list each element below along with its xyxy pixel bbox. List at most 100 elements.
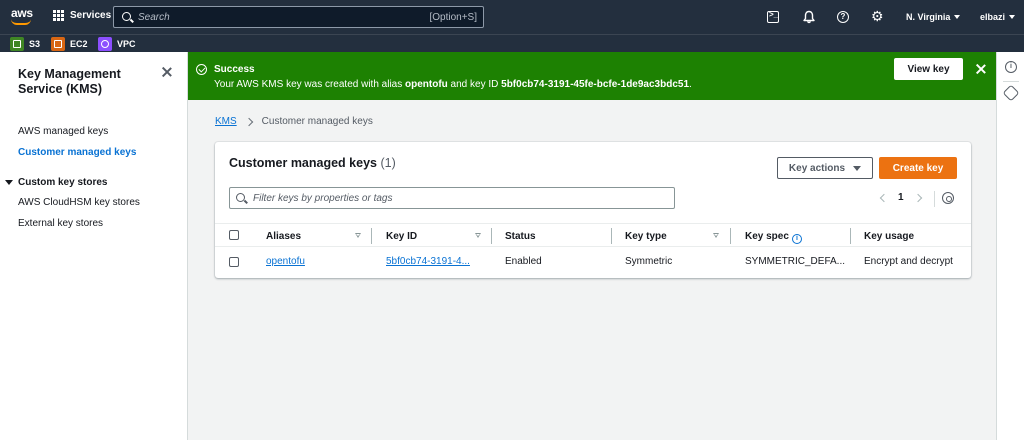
column-resizer[interactable] xyxy=(491,228,492,244)
bell-icon[interactable] xyxy=(802,10,816,24)
table-header: Aliases Key ID Status Key type Key spec i… xyxy=(215,223,971,247)
key-type: Symmetric xyxy=(625,256,673,267)
column-header-key-id[interactable]: Key ID xyxy=(386,231,417,242)
flash-message: Your AWS KMS key was created with alias … xyxy=(214,79,692,90)
success-flash: Success Your AWS KMS key was created wit… xyxy=(188,52,996,100)
ec2-icon xyxy=(51,36,65,51)
settings-icon[interactable] xyxy=(1002,84,1020,102)
sidebar-item-external-key-stores[interactable]: External key stores xyxy=(18,218,103,229)
sort-icon[interactable] xyxy=(713,233,719,238)
chevron-down-icon xyxy=(954,15,961,19)
account-label: elbazi xyxy=(980,12,1006,22)
table-row: opentofu 5bf0cb74-3191-4... Enabled Symm… xyxy=(215,247,971,277)
sort-icon[interactable] xyxy=(355,233,361,238)
aws-smile-icon xyxy=(11,19,31,25)
services-menu-button[interactable]: Services xyxy=(53,10,111,21)
help-icon[interactable]: ? xyxy=(837,11,849,23)
favorite-ec2[interactable]: EC2 xyxy=(51,35,88,52)
favorite-label: S3 xyxy=(29,38,41,49)
flash-key-id: 5bf0cb74-3191-45fe-bcfe-1de9ac3bdc51 xyxy=(501,79,690,90)
cloudshell-icon[interactable] xyxy=(767,10,779,23)
search-icon xyxy=(122,12,131,21)
chevron-right-icon xyxy=(244,117,253,126)
info-icon[interactable]: i xyxy=(1005,61,1017,73)
favorite-s3[interactable]: S3 xyxy=(10,35,40,52)
global-search-input[interactable]: Search [Option+S] xyxy=(113,6,484,28)
table-title-text: Customer managed keys xyxy=(229,156,377,170)
select-all-checkbox[interactable] xyxy=(229,230,239,240)
column-resizer[interactable] xyxy=(850,228,851,244)
key-actions-label: Key actions xyxy=(788,162,846,174)
search-icon xyxy=(236,193,245,202)
services-label: Services xyxy=(70,10,112,21)
flash-title: Success xyxy=(214,64,255,75)
sidebar-section-custom-key-stores[interactable]: Custom key stores xyxy=(5,177,107,188)
sidebar-item-cloudhsm-key-stores[interactable]: AWS CloudHSM key stores xyxy=(18,197,140,208)
table-title: Customer managed keys (1) xyxy=(229,156,396,170)
sidebar-item-customer-managed-keys[interactable]: Customer managed keys xyxy=(18,147,136,158)
chevron-left-icon[interactable] xyxy=(879,193,889,203)
chevron-right-icon[interactable] xyxy=(913,193,923,203)
filter-placeholder: Filter keys by properties or tags xyxy=(253,193,393,204)
favorite-label: EC2 xyxy=(70,38,88,49)
success-check-icon xyxy=(196,64,207,75)
grid-icon xyxy=(53,10,64,21)
close-icon[interactable] xyxy=(161,66,173,78)
side-navigation: Key Management Service (KMS) AWS managed… xyxy=(0,52,188,440)
favorite-vpc[interactable]: VPC xyxy=(98,35,136,52)
close-icon[interactable] xyxy=(975,63,987,75)
view-key-button[interactable]: View key xyxy=(894,58,963,80)
keys-table-container: Customer managed keys (1) Key actions Cr… xyxy=(215,142,971,278)
search-shortcut: [Option+S] xyxy=(429,12,477,23)
column-resizer[interactable] xyxy=(611,228,612,244)
pagination: 1 xyxy=(879,192,939,206)
tools-rail: i xyxy=(996,52,1024,440)
sidebar-section-label: Custom key stores xyxy=(18,177,108,188)
breadcrumb-current: Customer managed keys xyxy=(261,116,373,127)
flash-alias: opentofu xyxy=(405,79,448,90)
sidebar-item-aws-managed-keys[interactable]: AWS managed keys xyxy=(18,126,108,137)
row-checkbox[interactable] xyxy=(229,257,239,267)
column-header-status: Status xyxy=(505,231,536,242)
column-header-key-usage: Key usage xyxy=(864,231,915,242)
sort-icon[interactable] xyxy=(475,233,481,238)
aws-logo-text: aws xyxy=(11,6,33,20)
vpc-icon xyxy=(98,36,112,51)
caret-down-icon xyxy=(853,165,862,171)
key-id-link[interactable]: 5bf0cb74-3191-4... xyxy=(386,256,470,267)
s3-icon xyxy=(10,36,24,51)
filter-input[interactable]: Filter keys by properties or tags xyxy=(229,187,675,209)
key-usage: Encrypt and decrypt xyxy=(864,256,953,267)
caret-down-icon xyxy=(5,180,13,185)
top-navigation: aws Services Search [Option+S] ? ⚙ N. Vi… xyxy=(0,0,1024,34)
preferences-gear-icon[interactable] xyxy=(942,192,954,204)
key-spec: SYMMETRIC_DEFA... xyxy=(745,256,846,267)
column-header-aliases[interactable]: Aliases xyxy=(266,231,301,242)
key-alias-link[interactable]: opentofu xyxy=(266,256,305,267)
key-actions-button[interactable]: Key actions xyxy=(777,157,873,179)
column-resizer[interactable] xyxy=(730,228,731,244)
create-key-button[interactable]: Create key xyxy=(879,157,957,179)
region-label: N. Virginia xyxy=(906,12,951,22)
key-status: Enabled xyxy=(505,256,542,267)
breadcrumb-kms-link[interactable]: KMS xyxy=(215,116,237,127)
column-resizer[interactable] xyxy=(371,228,372,244)
favorites-bar: S3 EC2 VPC xyxy=(0,34,1024,52)
flash-message-suffix: . xyxy=(689,79,692,90)
sidebar-title[interactable]: Key Management Service (KMS) xyxy=(18,67,148,97)
account-menu[interactable]: elbazi xyxy=(980,12,1016,22)
breadcrumb: KMS Customer managed keys xyxy=(215,116,373,127)
gear-icon[interactable]: ⚙ xyxy=(871,9,885,23)
page-number[interactable]: 1 xyxy=(898,192,904,203)
info-icon[interactable]: i xyxy=(791,234,802,244)
column-header-key-type[interactable]: Key type xyxy=(625,231,667,242)
search-placeholder: Search xyxy=(138,12,170,23)
column-header-key-spec: Key spec i xyxy=(745,231,802,244)
region-selector[interactable]: N. Virginia xyxy=(906,12,961,22)
aws-logo[interactable]: aws xyxy=(10,6,34,28)
chevron-down-icon xyxy=(1009,15,1016,19)
divider xyxy=(1003,81,1019,82)
divider xyxy=(934,191,935,207)
favorite-label: VPC xyxy=(117,38,136,49)
key-spec-label: Key spec xyxy=(745,231,789,242)
